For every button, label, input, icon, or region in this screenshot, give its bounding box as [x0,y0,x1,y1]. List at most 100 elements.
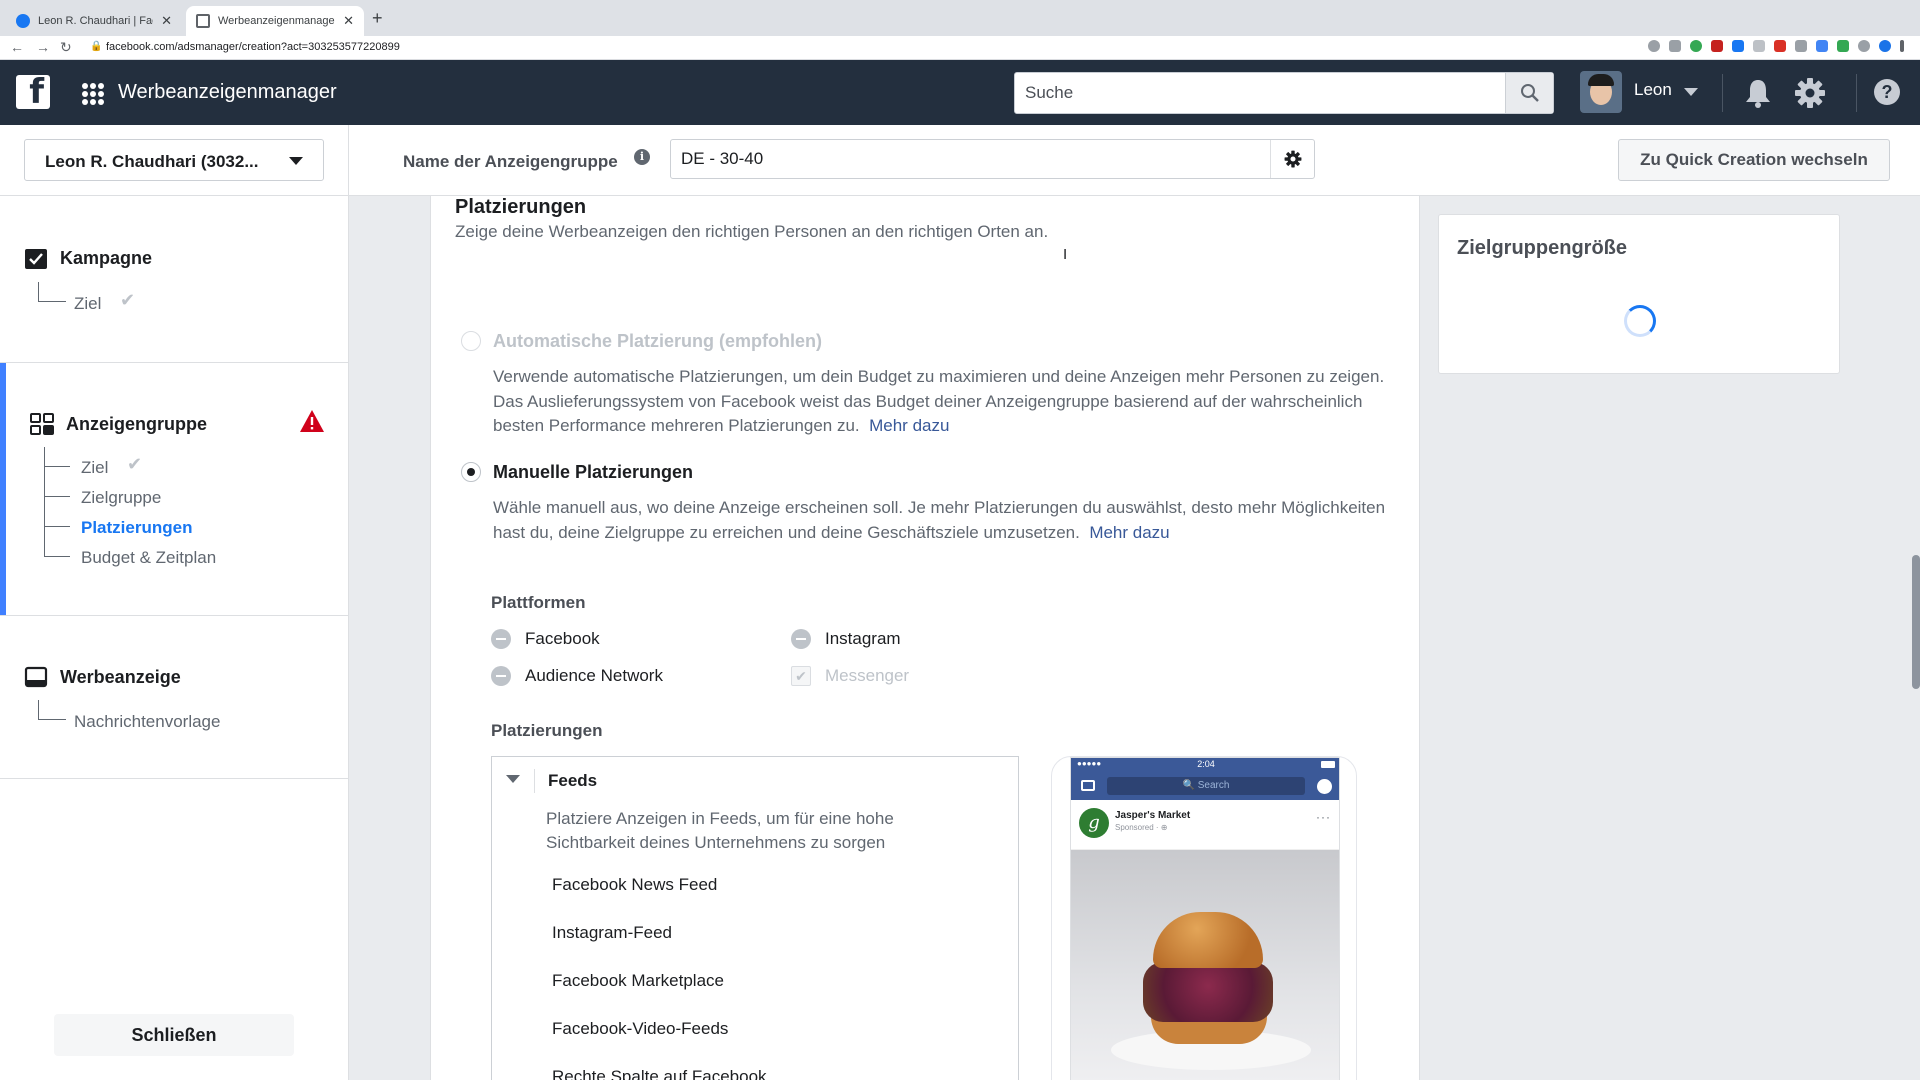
audience-size-card: Zielgruppengröße [1438,214,1840,374]
account-selector[interactable]: Leon R. Chaudhari (3032... [24,139,324,181]
feeds-group-title[interactable]: Feeds [548,771,597,791]
tab-close-icon[interactable]: ✕ [343,13,354,29]
tab-title: Werbeanzeigenmanager - Cre [218,15,336,27]
lock-icon: 🔒 [90,41,103,52]
sidebar: Kampagne Ziel ✔ Anzeigengruppe Ziel ✔ Zi… [0,196,349,1080]
sidebar-item-budget-schedule[interactable]: Budget & Zeitplan [81,548,216,568]
extension-red-icon[interactable] [1711,40,1723,52]
platform-label: Messenger [825,666,910,685]
tree-connector [38,700,66,720]
extension-abp-icon[interactable] [1774,40,1786,52]
automatic-placement-label[interactable]: Automatische Platzierung (empfohlen) [493,331,822,352]
manual-placement-radio[interactable] [461,462,481,482]
sidebar-item-campaign-goal[interactable]: Ziel [74,294,101,314]
browser-tab-adsmanager[interactable]: Werbeanzeigenmanager - Cre ✕ [186,6,364,36]
sidebar-item-adset-goal[interactable]: Ziel [81,458,108,478]
forward-icon[interactable]: → [36,39,50,55]
audience-size-title: Zielgruppengröße [1457,237,1627,259]
extension-globe-icon[interactable] [1858,40,1870,52]
extension-iq-icon[interactable] [1816,40,1828,52]
learn-more-link[interactable]: Mehr dazu [1089,523,1169,542]
phone-search: 🔍 Search [1107,777,1305,795]
section-description: Zeige deine Werbeanzeigen den richtigen … [455,222,1049,241]
browser-tab-facebook[interactable]: Leon R. Chaudhari | Facebook ✕ [6,6,182,36]
platform-messenger[interactable]: ✔ Messenger [791,666,909,686]
placement-item[interactable]: Instagram-Feed [552,923,672,943]
advertiser-name: Jasper's Market [1115,810,1191,821]
adset-name-input[interactable] [681,149,1241,169]
chevron-down-icon[interactable] [1684,88,1698,96]
tree-connector [38,282,66,302]
apps-grid-icon[interactable] [82,83,104,105]
placement-item[interactable]: Rechte Spalte auf Facebook [552,1067,767,1080]
sidebar-item-campaign[interactable]: Kampagne [60,248,152,269]
reload-icon[interactable]: ↻ [60,39,72,56]
gear-icon[interactable] [1794,77,1826,109]
platform-label: Instagram [825,629,901,648]
phone-status-bar: ●●●●● 2:04 [1071,758,1339,772]
search-box [1014,72,1554,114]
gear-icon [1284,150,1301,168]
sidebar-item-adset[interactable]: Anzeigengruppe [66,414,207,435]
tree-connector [44,526,70,527]
platform-facebook[interactable]: Facebook [491,629,600,649]
placement-item[interactable]: Facebook Marketplace [552,971,724,991]
sidebar-item-audience[interactable]: Zielgruppe [81,488,161,508]
placement-item[interactable]: Facebook News Feed [552,875,717,895]
facebook-logo-icon[interactable]: f [16,75,50,109]
tab-title: Leon R. Chaudhari | Facebook [38,15,153,27]
sidebar-item-ad[interactable]: Werbeanzeige [60,667,181,688]
partial-select-icon [791,629,811,649]
platforms-label: Plattformen [491,593,586,612]
back-icon[interactable]: ← [10,39,24,55]
extension-gray-icon[interactable] [1753,40,1765,52]
automatic-placement-radio[interactable] [461,331,481,351]
page-scrollbar[interactable] [1912,555,1920,689]
user-name[interactable]: Leon [1634,80,1672,100]
placement-item[interactable]: Facebook-Video-Feeds [552,1019,728,1039]
menu-dots-icon[interactable] [1900,40,1904,52]
messenger-icon [1317,779,1332,794]
extension-green-icon[interactable] [1690,40,1702,52]
avatar[interactable] [1580,71,1622,113]
extension-facebook-icon[interactable] [1732,40,1744,52]
search-input[interactable] [1025,83,1485,103]
divider [1722,74,1723,112]
phone-nav-bar: 🔍 Search [1071,772,1339,800]
help-icon[interactable]: ? [1874,79,1900,105]
chevron-down-icon[interactable] [506,775,520,783]
url-field[interactable]: facebook.com/adsmanager/creation?act=303… [106,41,400,53]
tab-close-icon[interactable]: ✕ [161,13,172,29]
star-icon[interactable] [1669,40,1681,52]
more-icon: ··· [1316,810,1331,824]
quick-creation-button[interactable]: Zu Quick Creation wechseln [1618,139,1890,181]
adsmanager-favicon-icon [196,14,210,28]
camera-icon [1081,780,1095,791]
ad-preview-screen: ●●●●● 2:04 🔍 Search g Jasper's Market Sp… [1070,757,1340,1080]
sponsored-label: Sponsored · ⊕ [1115,823,1168,832]
sidebar-item-message-template[interactable]: Nachrichtenvorlage [74,712,220,732]
manual-placement-label[interactable]: Manuelle Platzierungen [493,462,693,483]
address-bar: ← → ↻ 🔒 facebook.com/adsmanager/creation… [0,36,1920,60]
ad-image [1071,850,1339,1080]
close-button[interactable]: Schließen [54,1014,294,1056]
platform-instagram[interactable]: Instagram [791,629,901,649]
info-icon[interactable]: i [634,149,650,165]
extension-badge-icon[interactable] [1837,40,1849,52]
profile-icon[interactable] [1879,40,1891,52]
new-tab-icon[interactable]: + [372,8,383,29]
zoom-icon[interactable] [1648,40,1660,52]
sidebar-section-campaign: Kampagne Ziel ✔ [0,196,348,363]
adset-name-settings-button[interactable] [1270,140,1314,178]
learn-more-link[interactable]: Mehr dazu [869,416,949,435]
sidebar-item-placements[interactable]: Platzierungen [81,518,192,538]
bell-icon[interactable] [1744,78,1772,108]
account-name: Leon R. Chaudhari (3032... [45,152,259,171]
platform-audience-network[interactable]: Audience Network [491,666,663,686]
sidebar-section-adset: Anzeigengruppe Ziel ✔ Zielgruppe Platzie… [0,363,348,616]
divider [348,125,349,196]
checkbox-checked-icon: ✔ [791,666,811,686]
top-navigation-bar: f Werbeanzeigenmanager Leon ? [0,60,1920,125]
search-button[interactable] [1505,73,1553,113]
extension-box-icon[interactable] [1795,40,1807,52]
